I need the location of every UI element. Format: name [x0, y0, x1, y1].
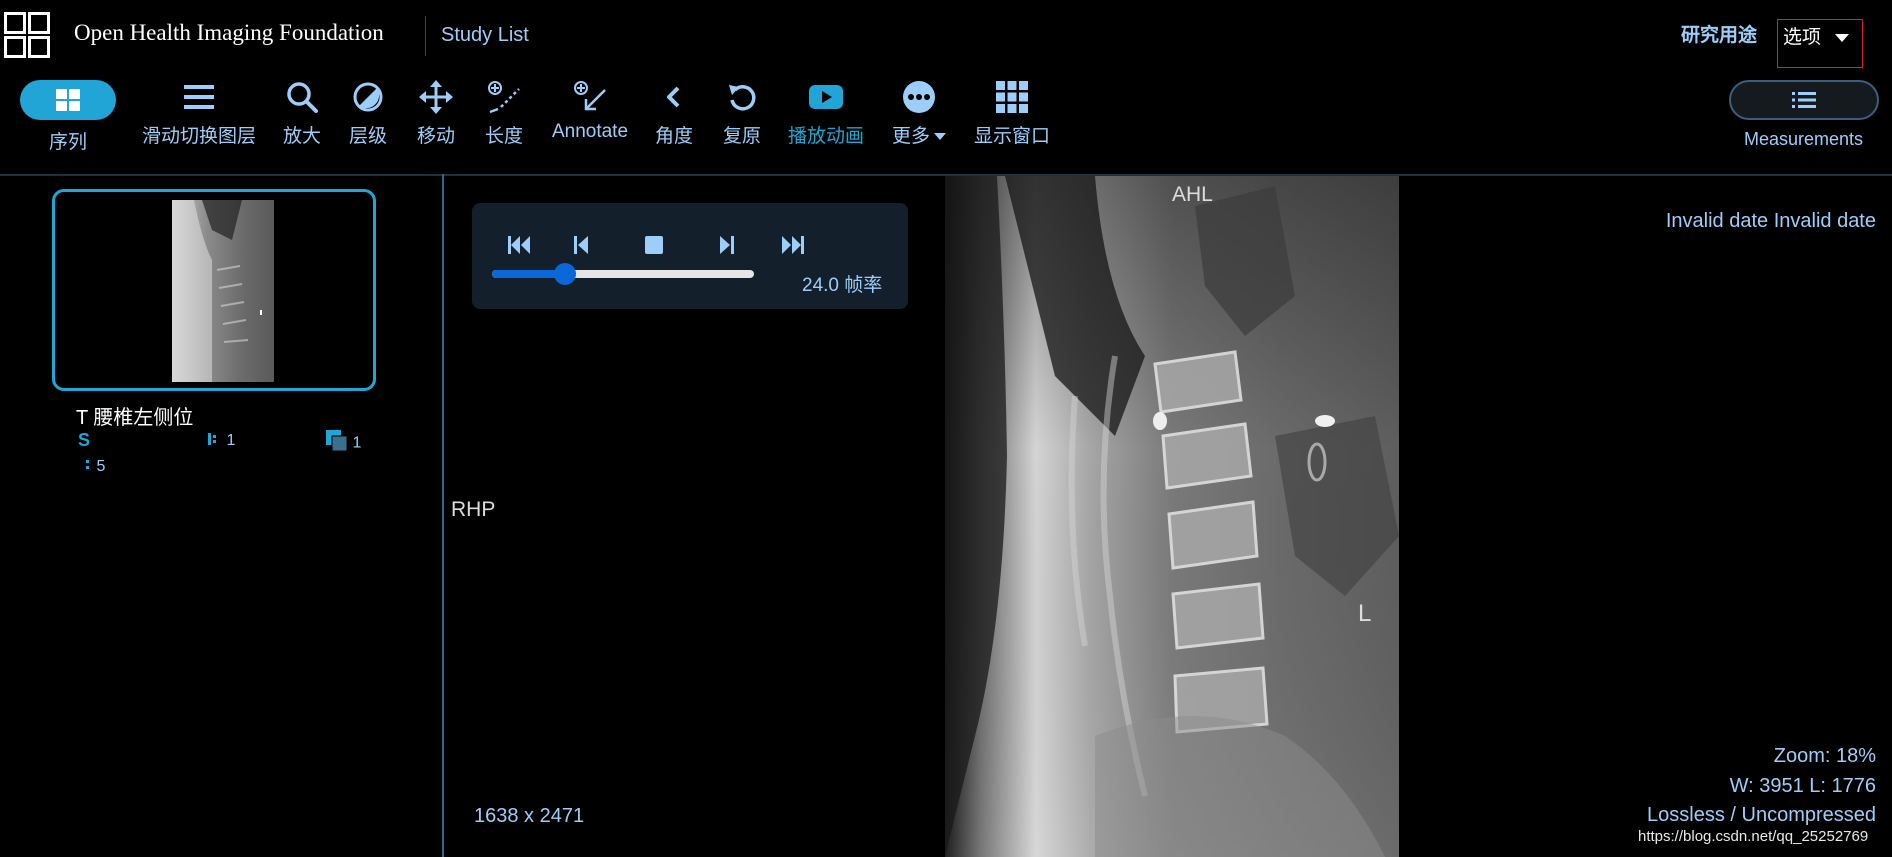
- step-forward-icon: [720, 236, 734, 254]
- research-use-label: 研究用途: [1681, 25, 1758, 46]
- series-button[interactable]: 序列: [20, 75, 116, 154]
- levels-button[interactable]: 层级: [346, 75, 390, 148]
- series-toggle[interactable]: [20, 80, 116, 120]
- angle-button[interactable]: 角度: [652, 75, 696, 148]
- grid-layout-icon: [996, 81, 1028, 113]
- series-label: 序列: [48, 132, 87, 153]
- reset-button[interactable]: 复原: [720, 75, 764, 148]
- pan-label: 移动: [416, 126, 455, 147]
- more-label: 更多: [891, 126, 930, 147]
- play-video-icon: [809, 85, 843, 109]
- series-number-group: 1: [208, 432, 235, 450]
- instance-count-group: 1: [326, 430, 361, 457]
- skip-last-icon: [782, 236, 804, 254]
- chevron-left-icon: [667, 86, 680, 108]
- layout-label: 显示窗口: [974, 126, 1051, 147]
- measurements-toggle[interactable]: [1729, 80, 1879, 120]
- orientation-top-marker: AHL: [1172, 183, 1213, 206]
- dots-icon: [86, 458, 92, 476]
- ohif-logo-icon[interactable]: [4, 12, 50, 58]
- fps-slider[interactable]: [492, 263, 754, 285]
- watermark-url: https://blog.csdn.net/qq_25252769: [1638, 828, 1869, 845]
- list-icon: [1792, 92, 1816, 108]
- xray-image: [945, 176, 1399, 857]
- fps-slider-knob[interactable]: [554, 263, 577, 285]
- stack-scroll-label: 滑动切换图层: [142, 126, 257, 147]
- stop-icon: [645, 236, 663, 254]
- move-arrows-icon: [419, 80, 453, 114]
- undo-icon: [729, 85, 756, 111]
- series-number-icon: [208, 432, 222, 450]
- toolbar: 序列 滑动切换图层 放大 层级 移动 长度 Annotate 角度 复原 播放动…: [0, 75, 1892, 175]
- series-thumbnail[interactable]: [52, 189, 376, 391]
- fps-readout: 24.0 帧率: [802, 275, 883, 296]
- image-dimensions: 1638 x 2471: [474, 805, 585, 827]
- more-dots-icon: [903, 81, 935, 113]
- more-label-row: 更多: [892, 121, 946, 148]
- stacked-images-icon: [326, 430, 348, 457]
- series-extra-group: 5: [86, 458, 105, 476]
- step-back-icon: [574, 236, 588, 254]
- options-dropdown[interactable]: 选项: [1777, 19, 1863, 68]
- reset-label: 复原: [722, 126, 761, 147]
- stop-button[interactable]: [640, 231, 668, 259]
- first-frame-button[interactable]: [506, 231, 534, 259]
- layout-button[interactable]: 显示窗口: [974, 75, 1050, 148]
- measurements-label: Measurements: [1744, 129, 1864, 149]
- cine-button[interactable]: 播放动画: [788, 75, 864, 148]
- length-button[interactable]: 长度: [482, 75, 526, 148]
- header: Open Health Imaging Foundation Study Lis…: [0, 0, 1892, 68]
- cine-label: 播放动画: [788, 126, 865, 147]
- cine-dialog: 24.0 帧率: [472, 203, 908, 309]
- thumbnail-xray-image: [172, 200, 274, 382]
- angle-label: 角度: [654, 126, 693, 147]
- stack-scroll-button[interactable]: 滑动切换图层: [142, 75, 257, 148]
- search-icon: [287, 82, 318, 113]
- annotate-arrow-icon: [574, 81, 606, 111]
- zoom-label: 放大: [282, 126, 321, 147]
- instance-count-value: 1: [352, 434, 362, 452]
- study-date: Invalid date Invalid date: [1665, 210, 1876, 232]
- grid-icon: [56, 89, 80, 111]
- zoom-readout: Zoom: 18%: [1773, 745, 1876, 767]
- last-frame-button[interactable]: [778, 231, 806, 259]
- pan-button[interactable]: 移动: [414, 75, 458, 148]
- levels-label: 层级: [348, 126, 387, 147]
- skip-first-icon: [508, 236, 530, 254]
- orientation-right-marker: L: [1358, 600, 1372, 627]
- study-list-link[interactable]: Study List: [441, 24, 529, 47]
- annotate-button[interactable]: Annotate: [550, 75, 630, 143]
- header-divider: [425, 16, 426, 56]
- orientation-left-marker: RHP: [451, 498, 496, 521]
- zoom-button[interactable]: 放大: [280, 75, 324, 148]
- previous-frame-button[interactable]: [568, 231, 596, 259]
- length-label: 长度: [484, 126, 523, 147]
- caret-down-icon: [1835, 33, 1850, 42]
- modality-badge: S: [78, 430, 91, 450]
- compression-readout: Lossless / Uncompressed: [1647, 804, 1876, 826]
- bars-icon: [184, 85, 214, 109]
- options-label: 选项: [1783, 27, 1822, 48]
- more-button[interactable]: 更多: [890, 75, 948, 148]
- annotate-label: Annotate: [551, 121, 629, 142]
- series-extra-value: 5: [96, 458, 106, 476]
- caret-down-icon: [934, 133, 946, 141]
- series-description: T 腰椎左侧位: [76, 407, 194, 429]
- brand-title: Open Health Imaging Foundation: [74, 20, 384, 45]
- ruler-icon: [488, 81, 520, 114]
- window-level-readout: W: 3951 L: 1776: [1729, 775, 1876, 797]
- next-frame-button[interactable]: [712, 231, 740, 259]
- series-number-value: 1: [226, 432, 236, 450]
- contrast-icon: [353, 82, 383, 112]
